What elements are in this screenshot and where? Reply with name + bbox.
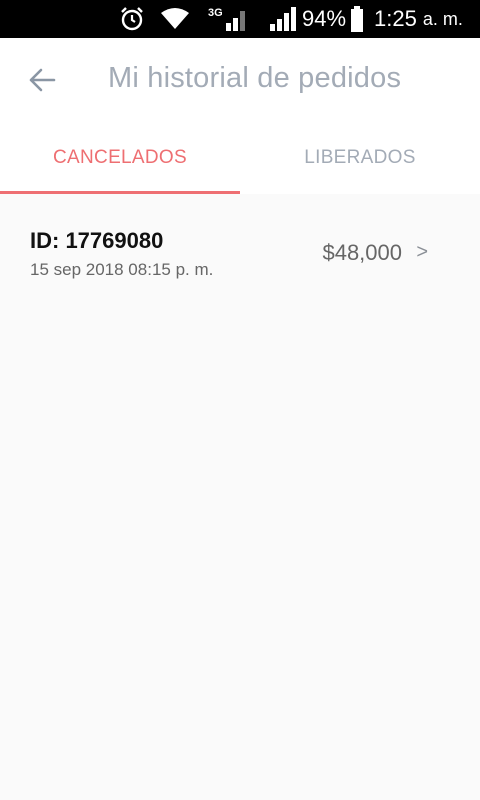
clock-ampm: a. m. [422, 8, 463, 29]
back-button[interactable] [18, 58, 66, 102]
order-date: 15 sep 2018 08:15 p. m. [30, 260, 214, 279]
tab-bar: CANCELADOS LIBERADOS [0, 122, 480, 194]
network-type-label: 3G [208, 7, 223, 19]
tab-label: LIBERADOS [304, 147, 416, 168]
signal-3g-icon: 3G [206, 0, 250, 38]
tab-label: CANCELADOS [53, 147, 187, 168]
page-title: Mi historial de pedidos [108, 62, 402, 94]
alarm-icon [118, 0, 146, 38]
order-list: ID: 17769080 15 sep 2018 08:15 p. m. $48… [0, 194, 480, 306]
order-amount: $48,000 [322, 240, 402, 265]
battery-icon [350, 0, 364, 38]
order-id: ID: 17769080 [30, 228, 164, 253]
order-list-item[interactable]: ID: 17769080 15 sep 2018 08:15 p. m. $48… [0, 194, 480, 306]
battery-percent: 94% [302, 6, 347, 31]
tab-liberados[interactable]: LIBERADOS [240, 122, 480, 194]
signal-icon [268, 0, 296, 38]
clock-time: 1:25 [374, 6, 417, 31]
tab-cancelados[interactable]: CANCELADOS [0, 122, 240, 194]
chevron-right-icon: > [416, 241, 428, 263]
arrow-left-icon [29, 68, 56, 92]
wifi-icon [160, 0, 190, 38]
status-bar: 3G 94% 1:25 a. m. [0, 0, 480, 38]
app-bar: Mi historial de pedidos [0, 38, 480, 122]
